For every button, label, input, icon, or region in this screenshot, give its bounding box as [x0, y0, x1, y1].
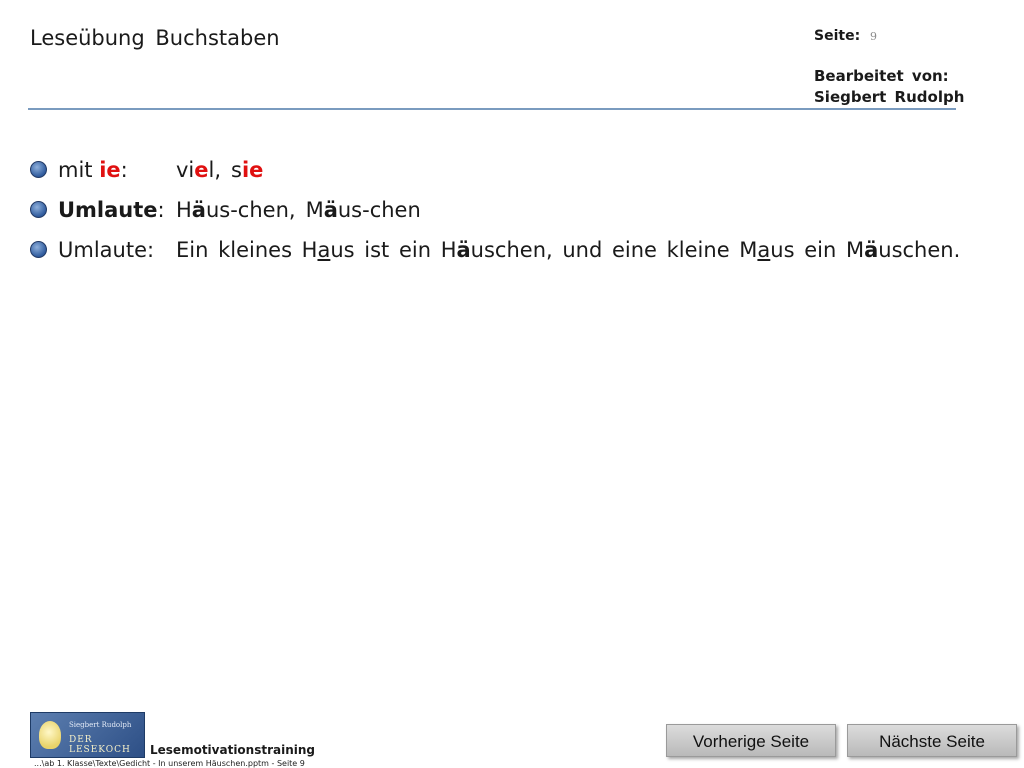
row-label: Umlaute: — [58, 238, 155, 262]
editor-label: Bearbeitet von: — [814, 67, 949, 85]
row-label: mit ie: — [58, 158, 128, 182]
editor-name: Siegbert Rudolph — [814, 88, 965, 106]
page-label: Seite: — [814, 28, 861, 44]
page-title: Leseübung Buchstaben — [30, 26, 280, 50]
row-text: viel, sie — [176, 158, 264, 182]
previous-page-button[interactable]: Vorherige Seite — [666, 724, 836, 757]
header-divider — [28, 108, 956, 110]
row-text: Häus-chen, Mäus-chen — [176, 198, 421, 222]
next-page-button[interactable]: Nächste Seite — [847, 724, 1017, 757]
editor-info: Bearbeitet von: Siegbert Rudolph — [814, 66, 964, 108]
bullet-icon — [30, 201, 47, 218]
footer-brand: Lesemotivationstraining — [150, 743, 316, 757]
row-text: Ein kleines Haus ist ein Häuschen, und e… — [176, 238, 961, 262]
page-number: 9 — [870, 30, 877, 43]
logo-author: Siegbert Rudolph — [69, 721, 132, 729]
lightbulb-icon — [39, 721, 61, 749]
footer-file-path: ...\ab 1. Klasse\Texte\Gedicht - In unse… — [34, 759, 305, 768]
row-label: Umlaute: — [58, 198, 165, 222]
leselkoch-logo: Siegbert Rudolph DER LESEKOCH — [30, 712, 145, 758]
logo-title: DER LESEKOCH — [69, 735, 131, 755]
bullet-icon — [30, 241, 47, 258]
bullet-icon — [30, 161, 47, 178]
